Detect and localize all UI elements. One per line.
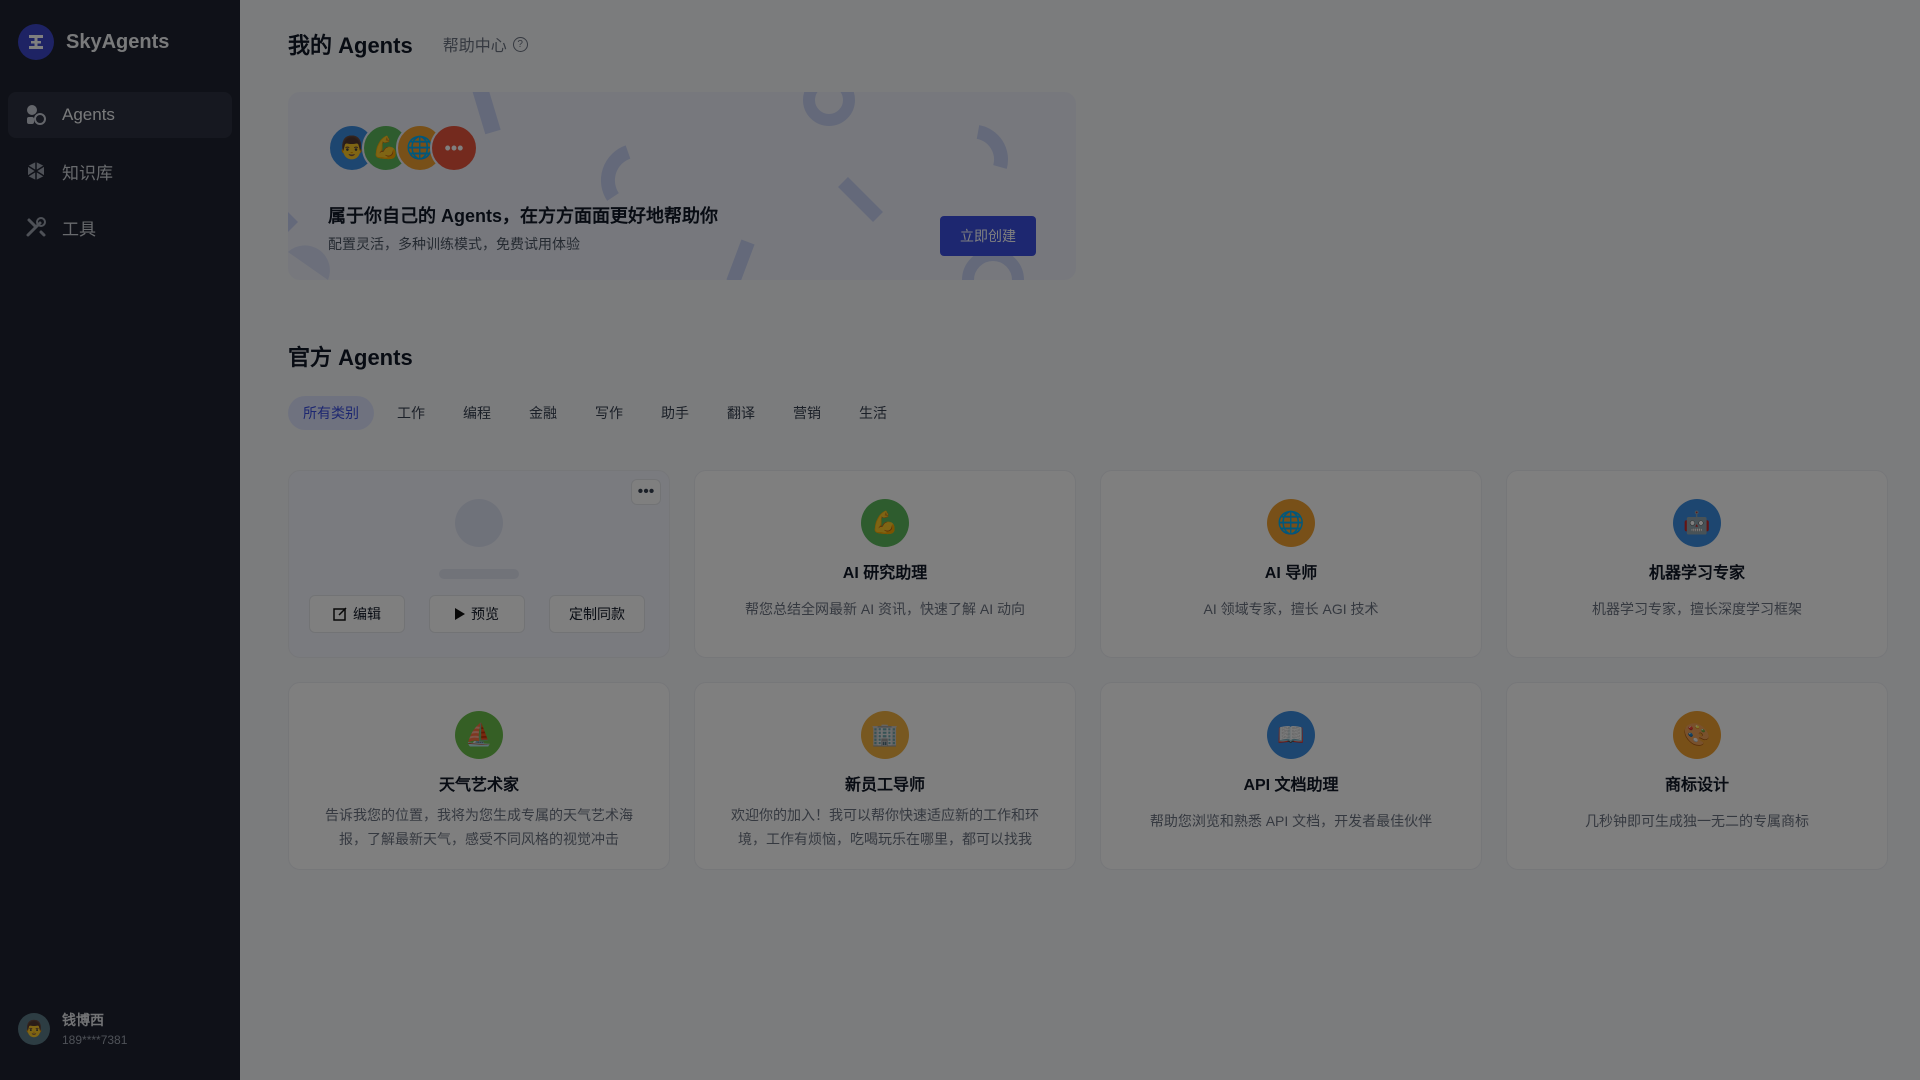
tab-coding[interactable]: 编程 bbox=[448, 396, 506, 430]
tab-work[interactable]: 工作 bbox=[382, 396, 440, 430]
agent-card[interactable]: 💪 AI 研究助理 帮您总结全网最新 AI 资讯，快速了解 AI 动向 bbox=[694, 470, 1076, 658]
preview-button[interactable]: 预览 bbox=[429, 595, 525, 633]
create-banner: 👨 💪 🌐 ••• 属于你自己的 Agents，在方方面面更好地帮助你 配置灵活… bbox=[288, 92, 1076, 280]
agent-description: AI 领域专家，擅长 AGI 技术 bbox=[1203, 601, 1379, 617]
page-header: 我的 Agents 帮助中心 ? bbox=[288, 28, 528, 60]
help-label: 帮助中心 bbox=[442, 38, 507, 55]
agent-title: 新员工导师 bbox=[844, 777, 925, 794]
agent-grid: ••• 编辑 预览 定制同款 💪 AI 研究助理 帮您总结全网最新 AI 资讯，… bbox=[288, 470, 1888, 870]
banner-subtitle: 配置灵活，多种训练模式，免费试用体验 bbox=[328, 236, 580, 252]
tab-all[interactable]: 所有类别 bbox=[288, 396, 374, 430]
edit-label: 编辑 bbox=[353, 606, 381, 622]
agent-card[interactable]: 🌐 AI 导师 AI 领域专家，擅长 AGI 技术 bbox=[1100, 470, 1482, 658]
agent-title: 天气艺术家 bbox=[438, 777, 519, 794]
agent-title: AI 研究助理 bbox=[842, 565, 928, 582]
avatar-more-icon: ••• bbox=[430, 124, 478, 172]
agent-title: AI 导师 bbox=[1264, 565, 1318, 582]
sidebar-item-label: 工具 bbox=[62, 219, 96, 239]
globe-icon: 🌐 bbox=[1267, 499, 1315, 547]
agent-card[interactable]: 📖 API 文档助理 帮助您浏览和熟悉 API 文档，开发者最佳伙伴 bbox=[1100, 682, 1482, 870]
agent-title: API 文档助理 bbox=[1243, 777, 1339, 794]
agent-card[interactable]: ⛵ 天气艺术家 告诉我您的位置，我将为您生成专属的天气艺术海报，了解最新天气，感… bbox=[288, 682, 670, 870]
robot-icon: 🤖 bbox=[1673, 499, 1721, 547]
agent-title-placeholder bbox=[439, 569, 519, 579]
muscle-icon: 💪 bbox=[861, 499, 909, 547]
banner-title: 属于你自己的 Agents，在方方面面更好地帮助你 bbox=[328, 206, 719, 226]
agent-avatars: 👨 💪 🌐 ••• bbox=[328, 124, 478, 172]
agent-description: 告诉我您的位置，我将为您生成专属的天气艺术海报，了解最新天气，感受不同风格的视觉… bbox=[325, 807, 633, 847]
edit-button[interactable]: 编辑 bbox=[309, 595, 405, 633]
tab-translate[interactable]: 翻译 bbox=[712, 396, 770, 430]
avatar: 👨 bbox=[18, 1012, 50, 1045]
clone-button[interactable]: 定制同款 bbox=[549, 595, 645, 633]
create-now-button[interactable]: 立即创建 bbox=[940, 216, 1036, 256]
tab-finance[interactable]: 金融 bbox=[514, 396, 572, 430]
agent-icon-placeholder bbox=[455, 499, 503, 547]
sidebar-item-agents[interactable]: Agents bbox=[8, 92, 232, 138]
user-name: 钱博西 bbox=[62, 1012, 104, 1028]
page-title: 我的 Agents bbox=[288, 33, 413, 58]
main-content: 我的 Agents 帮助中心 ? 👨 💪 🌐 ••• 属于你自己的 Agents… bbox=[240, 0, 1920, 1080]
sidebar-item-tools[interactable]: 工具 bbox=[8, 204, 232, 250]
preview-label: 预览 bbox=[471, 606, 499, 622]
agent-title: 商标设计 bbox=[1664, 777, 1729, 794]
sidebar: SkyAgents Agents 知识库 工具 👨 钱博西 189****738… bbox=[0, 0, 240, 1080]
agent-description: 帮您总结全网最新 AI 资讯，快速了解 AI 动向 bbox=[744, 601, 1025, 617]
tab-writing[interactable]: 写作 bbox=[580, 396, 638, 430]
user-profile[interactable]: 👨 钱博西 189****7381 bbox=[18, 1010, 127, 1047]
tab-life[interactable]: 生活 bbox=[844, 396, 902, 430]
sidebar-item-label: Agents bbox=[62, 105, 115, 124]
sidebar-nav: Agents 知识库 工具 bbox=[8, 92, 232, 260]
palette-icon: 🎨 bbox=[1673, 711, 1721, 759]
card-actions: 编辑 预览 定制同款 bbox=[309, 595, 645, 633]
agent-description: 机器学习专家，擅长深度学习框架 bbox=[1592, 601, 1802, 617]
edit-icon bbox=[333, 607, 347, 621]
agent-description: 欢迎你的加入！我可以帮你快速适应新的工作和环境，工作有烦恼，吃喝玩乐在哪里，都可… bbox=[731, 807, 1039, 847]
office-icon: 🏢 bbox=[861, 711, 909, 759]
more-options-icon[interactable]: ••• bbox=[631, 479, 661, 505]
agent-card[interactable]: 🎨 商标设计 几秒钟即可生成独一无二的专属商标 bbox=[1506, 682, 1888, 870]
user-phone: 189****7381 bbox=[62, 1033, 128, 1047]
tab-assistant[interactable]: 助手 bbox=[646, 396, 704, 430]
tab-marketing[interactable]: 营销 bbox=[778, 396, 836, 430]
agent-card[interactable]: 🤖 机器学习专家 机器学习专家，擅长深度学习框架 bbox=[1506, 470, 1888, 658]
sidebar-item-knowledge[interactable]: 知识库 bbox=[8, 148, 232, 194]
question-icon: ? bbox=[512, 36, 528, 52]
logo-icon bbox=[18, 24, 54, 60]
category-tabs: 所有类别 工作 编程 金融 写作 助手 翻译 营销 生活 bbox=[288, 396, 902, 430]
agent-card-hovered[interactable]: ••• 编辑 预览 定制同款 bbox=[288, 470, 670, 658]
brand[interactable]: SkyAgents bbox=[18, 24, 169, 60]
agent-description: 帮助您浏览和熟悉 API 文档，开发者最佳伙伴 bbox=[1149, 813, 1433, 829]
play-icon bbox=[455, 608, 465, 620]
help-center-link[interactable]: 帮助中心 ? bbox=[443, 32, 528, 56]
knowledge-icon bbox=[24, 159, 48, 183]
official-agents-title: 官方 Agents bbox=[288, 345, 413, 370]
boat-icon: ⛵ bbox=[455, 711, 503, 759]
tools-icon bbox=[24, 215, 48, 239]
agents-icon bbox=[24, 103, 48, 127]
book-icon: 📖 bbox=[1267, 711, 1315, 759]
agent-description: 几秒钟即可生成独一无二的专属商标 bbox=[1585, 813, 1809, 829]
brand-name: SkyAgents bbox=[66, 30, 170, 53]
sidebar-item-label: 知识库 bbox=[62, 163, 113, 183]
agent-card[interactable]: 🏢 新员工导师 欢迎你的加入！我可以帮你快速适应新的工作和环境，工作有烦恼，吃喝… bbox=[694, 682, 1076, 870]
agent-title: 机器学习专家 bbox=[1648, 565, 1745, 582]
